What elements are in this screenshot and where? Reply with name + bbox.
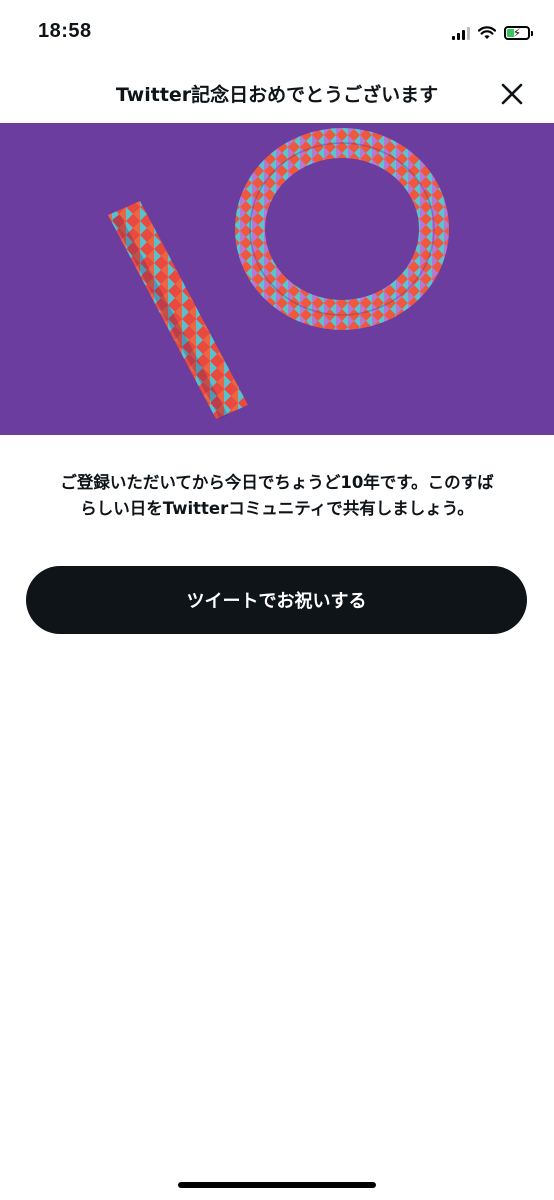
close-button[interactable] xyxy=(498,80,526,108)
anniversary-message: ご登録いただいてから今日でちょうど10年です。このすば らしい日をTwitter… xyxy=(30,470,524,522)
anniversary-illustration xyxy=(0,123,554,435)
wifi-icon xyxy=(478,26,496,39)
status-icons: ⚡ xyxy=(452,22,533,44)
page-title: Twitter記念日おめでとうございます xyxy=(115,84,439,106)
battery-charging-icon: ⚡ xyxy=(504,26,533,40)
signal-icon xyxy=(452,26,470,40)
tweet-celebrate-button[interactable]: ツイートでお祝いする xyxy=(26,566,527,634)
paper-10-anniversary-image xyxy=(0,123,554,435)
header: Twitter記念日おめでとうございます xyxy=(0,66,554,122)
close-icon xyxy=(501,83,523,105)
home-indicator xyxy=(178,1182,376,1188)
status-time: 18:58 xyxy=(38,20,92,42)
status-bar: 18:58 ⚡ xyxy=(0,0,554,66)
message-line-1: ご登録いただいてから今日でちょうど10年です。このすば xyxy=(60,473,494,492)
message-line-2: らしい日をTwitterコミュニティで共有しましょう。 xyxy=(80,499,474,518)
